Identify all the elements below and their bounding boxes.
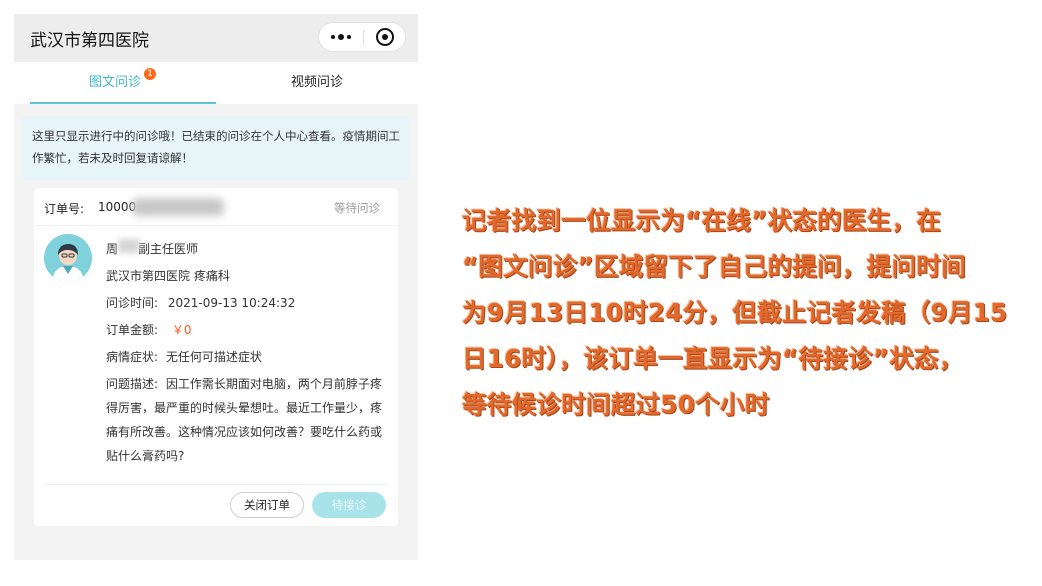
order-amount-row: 订单金额: ￥0 bbox=[106, 321, 192, 338]
question-description: 问题描述: 因工作需长期面对电脑，两个月前脖子疼得厉害，最严重的时候头晕想吐。最… bbox=[106, 372, 382, 468]
tab-label: 图文问诊 bbox=[88, 75, 141, 90]
consult-time-label: 问诊时间: bbox=[106, 296, 159, 310]
unread-badge: 1 bbox=[144, 68, 156, 80]
order-number: 10000 bbox=[98, 200, 137, 214]
caption-line: “图文问诊”区域留下了自己的提问，提问时间 bbox=[462, 252, 967, 281]
page-title: 武汉市第四医院 bbox=[30, 31, 149, 51]
close-order-button[interactable]: 关闭订单 bbox=[230, 492, 304, 518]
redaction-blur bbox=[132, 198, 224, 216]
doctor-title: 副主任医师 bbox=[138, 242, 199, 256]
await-consult-button[interactable]: 待接诊 bbox=[312, 492, 386, 518]
phone-screenshot: 武汉市第四医院 图文问诊 1 视频问诊 这里只显示进行中的问诊哦！已结束的问诊在… bbox=[14, 14, 418, 560]
order-header: 订单号: 10000 等待问诊 bbox=[34, 188, 398, 226]
symptom-value: 无任何可描述症状 bbox=[165, 350, 262, 364]
caption-line: 记者找到一位显示为“在线”状态的医生，在 bbox=[462, 206, 942, 235]
order-amount-value: ￥0 bbox=[171, 323, 192, 337]
hospital-dept: 武汉市第四医院 疼痛科 bbox=[106, 269, 230, 283]
tab-video-consult[interactable]: 视频问诊 bbox=[216, 62, 418, 104]
consultation-tabs: 图文问诊 1 视频问诊 bbox=[14, 62, 418, 104]
order-number-label: 订单号: bbox=[44, 202, 85, 216]
more-dots-icon bbox=[331, 34, 351, 40]
mini-program-capsule bbox=[318, 22, 406, 52]
consult-time-row: 问诊时间: 2021-09-13 10:24:32 bbox=[106, 294, 295, 311]
question-description-label: 问题描述: bbox=[106, 377, 159, 391]
more-button[interactable] bbox=[319, 23, 363, 51]
page: 武汉市第四医院 图文问诊 1 视频问诊 这里只显示进行中的问诊哦！已结束的问诊在… bbox=[0, 0, 1042, 586]
news-caption: 记者找到一位显示为“在线”状态的医生，在 “图文问诊”区域留下了自己的提问，提问… bbox=[462, 198, 1030, 428]
consult-time-value: 2021-09-13 10:24:32 bbox=[167, 296, 296, 310]
symptom-row: 病情症状: 无任何可描述症状 bbox=[106, 348, 262, 365]
redaction-blur bbox=[118, 239, 140, 253]
mini-program-nav-bar: 武汉市第四医院 bbox=[14, 14, 418, 62]
notice-banner: 这里只显示进行中的问诊哦！已结束的问诊在个人中心查看。疫情期间工作繁忙，若未及时… bbox=[22, 116, 410, 180]
symptom-label: 病情症状: bbox=[106, 350, 159, 364]
status-badge: 等待问诊 bbox=[334, 201, 380, 215]
active-tab-indicator bbox=[30, 102, 216, 104]
doctor-avatar-icon bbox=[44, 234, 92, 282]
caption-line: 为9月13日10时24分，但截止记者发稿（9月15 bbox=[462, 298, 1008, 327]
order-card[interactable]: 订单号: 10000 等待问诊 周 副主任医师 武汉市第四医院 疼痛科 问诊时间:… bbox=[34, 188, 398, 526]
caption-line: 等待候诊时间超过50个小时 bbox=[462, 390, 770, 419]
tab-image-text-consult[interactable]: 图文问诊 bbox=[14, 62, 216, 104]
tab-label: 视频问诊 bbox=[290, 75, 343, 90]
mini-program-close-icon bbox=[376, 28, 394, 46]
divider bbox=[44, 484, 388, 485]
doctor-avatar bbox=[44, 234, 92, 282]
close-mini-program-button[interactable] bbox=[364, 23, 406, 51]
caption-line: 日16时），该订单一直显示为“待接诊”状态， bbox=[462, 344, 964, 373]
doctor-name: 周 bbox=[106, 242, 119, 256]
order-amount-label: 订单金额: bbox=[106, 323, 159, 337]
